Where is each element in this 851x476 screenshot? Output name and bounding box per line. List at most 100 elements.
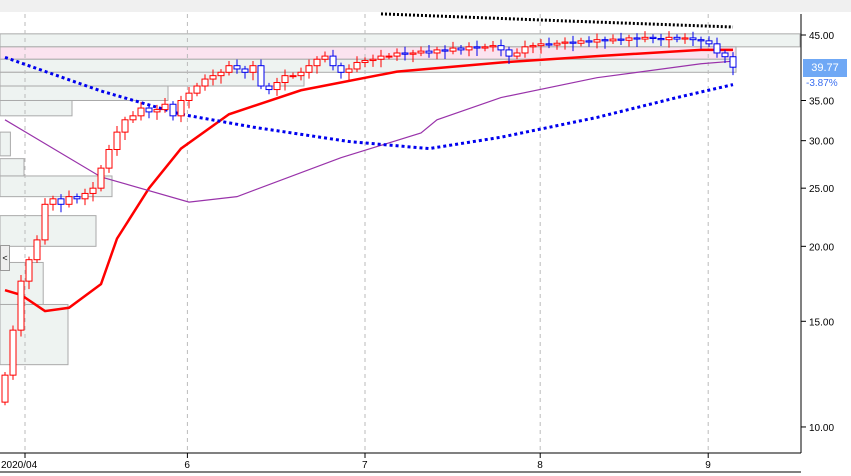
volume-profile-bar [0,46,737,60]
x-tick-label: 6 [184,460,190,471]
candle-body [233,65,241,70]
candle-body [49,198,57,205]
candle-body [673,36,681,40]
candle-body [97,167,105,189]
candle-body [345,68,353,73]
candle-body [721,52,729,58]
candle-body [89,187,97,194]
candle-body [113,131,121,150]
candle-body [25,259,33,282]
y-tick-label: 35.00 [809,96,834,107]
candle-body [489,45,497,48]
y-tick-label: 20.00 [809,242,834,253]
candle-body [281,75,289,84]
candle-body [465,46,473,51]
candle-body [145,107,153,113]
candle-body [409,52,417,55]
y-tick-label: 45.00 [809,31,834,42]
candle-body [625,37,633,41]
last-price-label: 39.77 [803,59,847,77]
candle-body [529,45,537,48]
candle-body [401,52,409,55]
candle-body [289,75,297,78]
candle-body [553,42,561,46]
candle-body [273,82,281,91]
candle-body [321,55,329,60]
candle-body [561,41,569,44]
candle-body [665,36,673,41]
x-tick-label: 8 [537,460,543,471]
candle-body [105,148,113,169]
candle-body [385,55,393,58]
candle-body [601,39,609,42]
candle-body [545,43,553,46]
candle-body [225,65,233,73]
candle-body [449,47,457,52]
volume-profile [0,33,801,366]
candle-body [17,280,25,331]
y-tick-label: 30.00 [809,137,834,148]
x-tick-label: 2020/04 [1,460,38,471]
candle-body [161,103,169,111]
candle-body [657,37,665,41]
candle-body [585,40,593,43]
candle-body [73,196,81,200]
volume-profile-bar [0,158,25,177]
scroll-left-button[interactable]: < [0,245,10,271]
volume-profile-bar [0,99,73,117]
volume-profile-bar [0,33,801,48]
candle-body [713,43,721,54]
candle-body [649,36,657,39]
candle-body [481,46,489,49]
candle-body [689,37,697,41]
y-tick-label: 10.00 [809,423,834,434]
candle-body [1,374,9,403]
candle-body [41,203,49,241]
candle-body [537,43,545,47]
candle-body [577,40,585,44]
candle-body [313,58,321,67]
candle-body [209,75,217,80]
candle-body [65,196,73,205]
candle-body [521,46,529,54]
candle-body [169,103,177,117]
candle-body [129,115,137,121]
candle-body [417,50,425,54]
candle-body [705,40,713,45]
candle-body [729,56,737,68]
candle-body [361,60,369,63]
candle-body [505,49,513,57]
ma-black-dotted-line [380,12,734,29]
candle-body [177,99,185,117]
candle-body [265,85,273,91]
candle-body [217,71,225,77]
x-tick-label: 9 [705,460,711,471]
candle-body [633,37,641,40]
change-percent-label: -3.87% [806,78,838,89]
candle-body [513,52,521,57]
candle-body [249,65,257,73]
candle-body [185,92,193,101]
candle-body [57,198,65,205]
candle-body [697,39,705,42]
candle-body [337,65,345,73]
candle-body [681,37,689,40]
candle-body [377,55,385,60]
candle-body [641,36,649,40]
stock-chart[interactable]: 2020/04 6 7 8 9 45.00 35.00 30.00 25.00 20.00 15.0… [0,0,851,476]
candle-body [153,109,161,113]
candle-body [9,329,17,376]
candle-body [297,71,305,77]
candle-body [257,65,265,87]
candle-body [425,50,433,54]
candle-body [617,38,625,41]
candle-body [609,38,617,42]
candle-body [193,85,201,94]
candle-body [353,61,361,70]
candle-body [473,46,481,49]
y-tick-label: 25.00 [809,184,834,195]
candle-body [593,39,601,43]
candle-body [121,119,129,133]
candle-body [569,41,577,44]
candle-body [457,47,465,51]
